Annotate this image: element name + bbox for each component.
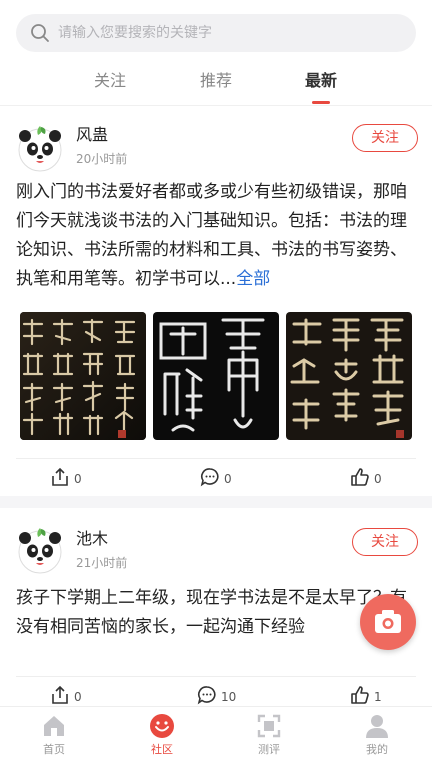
- community-icon: [150, 714, 174, 738]
- search-placeholder: 请输入您要搜索的关键字: [58, 25, 212, 41]
- post-time: 21小时前: [76, 556, 128, 570]
- nav-evaluate[interactable]: 测评: [233, 713, 305, 765]
- nav-community-label: 社区: [151, 743, 173, 756]
- comment-icon: [197, 686, 216, 705]
- calligraphy-image-3[interactable]: [286, 312, 412, 440]
- comment-icon: [200, 468, 219, 487]
- camera-fab-button[interactable]: [360, 594, 416, 650]
- thumbs-up-icon: [351, 468, 369, 486]
- post-text[interactable]: 刚入门的书法爱好者都或多或少有些初级错误，那咱们今天就浅谈书法的入门基础知识。包…: [16, 178, 418, 298]
- post-body: 刚入门的书法爱好者都或多或少有些初级错误，那咱们今天就浅谈书法的入门基础知识。包…: [16, 182, 407, 289]
- post-text[interactable]: 孩子下学期上二年级，现在学书法是不是太早了？有没有相同苦恼的家长，一起沟通下经验: [16, 584, 418, 644]
- show-all-link[interactable]: 全部: [236, 269, 270, 289]
- comment-action[interactable]: 0: [200, 467, 250, 489]
- nav-home[interactable]: 首页: [18, 713, 90, 765]
- like-count: 0: [374, 472, 382, 486]
- tab-following[interactable]: 关注: [70, 70, 150, 92]
- feed-tabs: 关注 推荐 最新: [0, 60, 432, 106]
- share-action[interactable]: 0: [50, 685, 100, 707]
- comment-action[interactable]: 10: [197, 685, 253, 707]
- panda-avatar-icon[interactable]: [16, 124, 64, 172]
- share-count: 0: [74, 472, 82, 486]
- camera-icon: [375, 610, 401, 633]
- post-images: [20, 312, 412, 440]
- home-icon: [44, 716, 64, 736]
- calligraphy-image-2[interactable]: [153, 312, 279, 440]
- comment-count: 0: [224, 472, 232, 486]
- comment-count: 10: [221, 690, 237, 704]
- search-icon: [31, 24, 49, 42]
- search-header: 请输入您要搜索的关键字: [0, 0, 432, 60]
- share-icon: [52, 467, 68, 486]
- author-name[interactable]: 风蛊: [76, 124, 108, 146]
- search-input[interactable]: 请输入您要搜索的关键字: [16, 14, 416, 52]
- tab-recommended[interactable]: 推荐: [176, 70, 256, 92]
- share-icon: [52, 685, 68, 704]
- follow-button[interactable]: 关注: [352, 528, 418, 556]
- author-name[interactable]: 池木: [76, 528, 108, 550]
- post-actions: 0 0 0: [16, 458, 416, 496]
- share-action[interactable]: 0: [50, 467, 100, 489]
- nav-community[interactable]: 社区: [126, 713, 198, 765]
- share-count: 0: [74, 690, 82, 704]
- post-card: 风蛊 20小时前 关注 刚入门的书法爱好者都或多或少有些初级错误，那咱们今天就浅…: [0, 106, 432, 496]
- post-separator: [0, 496, 432, 508]
- like-action[interactable]: 0: [350, 467, 400, 489]
- thumbs-up-icon: [351, 686, 369, 704]
- like-count: 1: [374, 690, 382, 704]
- nav-home-label: 首页: [43, 743, 65, 756]
- profile-icon: [366, 715, 388, 738]
- active-tab-indicator: [312, 101, 330, 104]
- nav-mine-label: 我的: [366, 743, 388, 756]
- scan-icon: [257, 714, 281, 738]
- like-action[interactable]: 1: [350, 685, 400, 707]
- follow-button[interactable]: 关注: [352, 124, 418, 152]
- bottom-nav: 首页 社区 测评 我的: [0, 706, 432, 768]
- nav-mine[interactable]: 我的: [341, 713, 413, 765]
- calligraphy-image-1[interactable]: [20, 312, 146, 440]
- nav-evaluate-label: 测评: [258, 743, 280, 756]
- post-time: 20小时前: [76, 152, 128, 166]
- panda-avatar-icon[interactable]: [16, 526, 64, 574]
- tab-latest[interactable]: 最新: [281, 70, 361, 92]
